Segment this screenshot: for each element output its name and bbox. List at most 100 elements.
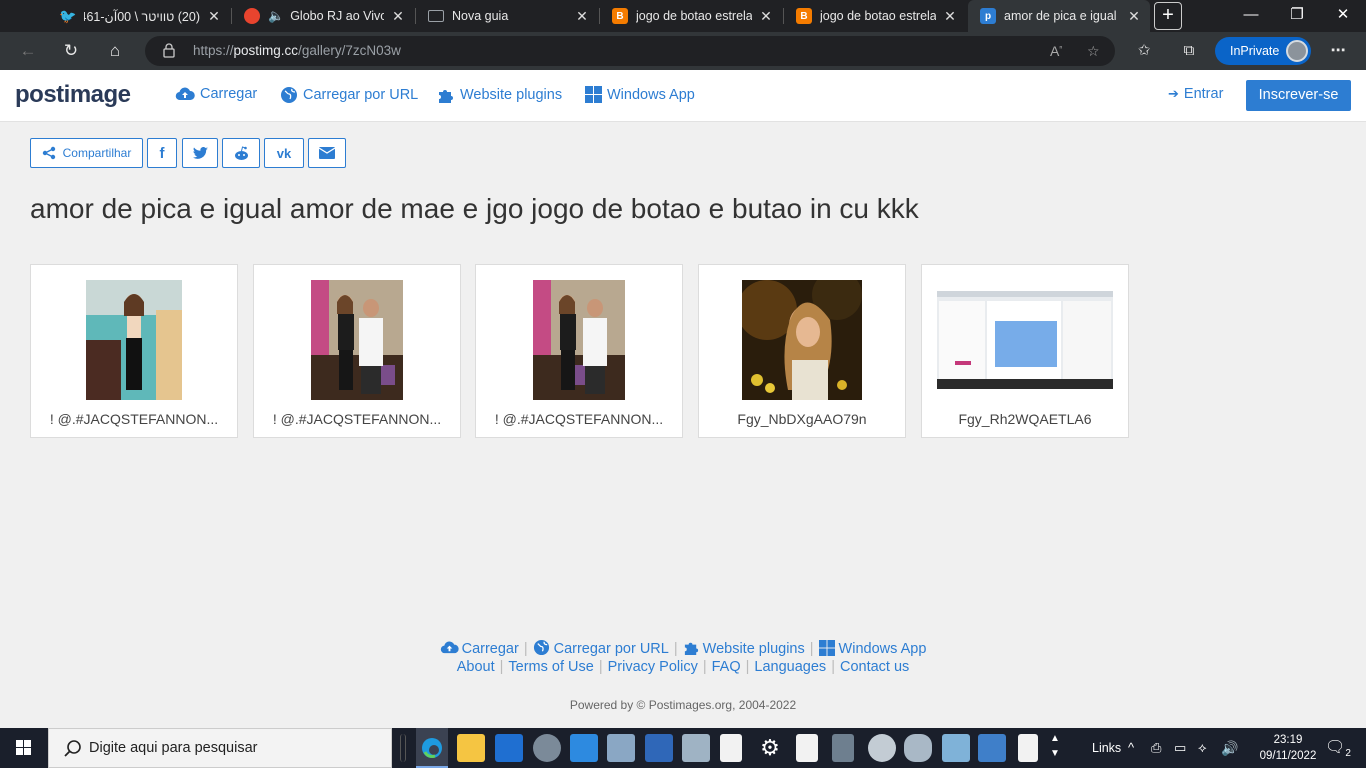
gallery-card[interactable]: ! @.#JACQSTEFANNON... — [30, 264, 238, 438]
nav-carregar[interactable]: Carregar — [175, 86, 257, 102]
image-thumbnail[interactable] — [937, 291, 1113, 389]
share-twitter-button[interactable] — [182, 138, 218, 168]
close-tab-icon[interactable]: ✕ — [758, 8, 774, 25]
share-reddit-button[interactable] — [222, 138, 260, 168]
window-icon[interactable] — [978, 734, 1006, 762]
system-clock[interactable]: 23:19 09/11/2022 — [1253, 732, 1323, 764]
close-tab-icon[interactable]: ✕ — [942, 8, 958, 25]
favorites-icon[interactable]: ✩ — [1134, 41, 1154, 61]
gallery-card[interactable]: ! @.#JACQSTEFANNON... — [475, 264, 683, 438]
footer-plugins-link[interactable]: Website plugins — [683, 641, 805, 657]
disc-icon[interactable] — [868, 734, 896, 762]
image-caption[interactable]: ! @.#JACQSTEFANNON... — [254, 411, 460, 427]
share-vk-button[interactable]: vk — [264, 138, 304, 168]
paint-icon[interactable] — [607, 734, 635, 762]
footer-contact-link[interactable]: Contact us — [840, 659, 909, 675]
image-thumbnail[interactable] — [311, 280, 403, 400]
signup-button[interactable]: Inscrever-se — [1246, 80, 1351, 111]
browser-tab-strip: 🐦 (20) טוויטר \ 00آن-461 ✕ 🔈 Globo RJ ao… — [0, 0, 1366, 32]
windows-taskbar: Digite aqui para pesquisar ⚙ ▲ ▼ Links ^ … — [0, 728, 1366, 768]
camera-icon[interactable] — [533, 734, 561, 762]
settings-icon[interactable]: ⚙ — [756, 734, 784, 762]
mail-icon[interactable] — [570, 734, 598, 762]
document-icon[interactable] — [796, 734, 818, 762]
monitor-icon[interactable] — [682, 734, 710, 762]
document-icon[interactable] — [1018, 734, 1038, 762]
tab-new[interactable]: Nova guia ✕ — [416, 0, 598, 32]
image-caption[interactable]: Fgy_NbDXgAAO79n — [699, 411, 905, 427]
gallery-card[interactable]: Fgy_Rh2WQAETLA6 — [921, 264, 1129, 438]
login-link[interactable]: ➔ Entrar — [1168, 86, 1223, 102]
start-button[interactable] — [0, 728, 48, 768]
close-tab-icon[interactable]: ✕ — [390, 8, 406, 25]
add-favorite-icon[interactable]: ☆ — [1087, 43, 1100, 60]
footer-carregar-link[interactable]: Carregar — [440, 641, 519, 657]
nav-windows-app[interactable]: Windows App — [585, 86, 695, 103]
restore-button[interactable]: ❐ — [1274, 0, 1320, 32]
tab-globo[interactable]: 🔈 Globo RJ ao Vivo ✕ — [232, 0, 414, 32]
more-menu-icon[interactable]: ⋯ — [1328, 41, 1348, 61]
edge-taskbar-button[interactable] — [416, 728, 448, 768]
image-thumbnail[interactable] — [533, 280, 625, 400]
image-caption[interactable]: Fgy_Rh2WQAETLA6 — [922, 411, 1128, 427]
image-thumbnail[interactable] — [86, 280, 182, 400]
home-button[interactable]: ⌂ — [102, 38, 128, 64]
share-label: Compartilhar — [62, 146, 132, 160]
volume-icon[interactable]: 🔊 — [1221, 728, 1238, 768]
blogger-icon: B — [612, 8, 628, 24]
footer-faq-link[interactable]: FAQ — [712, 659, 741, 675]
chevron-up-icon[interactable]: ^ — [1128, 728, 1134, 768]
taskbar-search[interactable]: Digite aqui para pesquisar — [48, 728, 392, 768]
image-caption[interactable]: ! @.#JACQSTEFANNON... — [31, 411, 237, 427]
tab-twitter[interactable]: 🐦 (20) טוויטר \ 00آن-461 ✕ — [48, 0, 230, 32]
nav-carregar-url[interactable]: Carregar por URL — [280, 86, 418, 104]
footer-carregar-url-link[interactable]: Carregar por URL — [533, 639, 669, 657]
image-caption[interactable]: ! @.#JACQSTEFANNON... — [476, 411, 682, 427]
new-tab-button[interactable]: + — [1154, 2, 1182, 30]
gallery-card[interactable]: ! @.#JACQSTEFANNON... — [253, 264, 461, 438]
share-button[interactable]: Compartilhar — [30, 138, 143, 168]
postimage-logo[interactable]: postimage — [15, 81, 131, 109]
links-toolbar[interactable]: Links — [1092, 728, 1121, 768]
image-thumbnail[interactable] — [742, 280, 862, 400]
back-button[interactable]: ← — [15, 38, 41, 64]
inprivate-badge[interactable]: InPrivate — [1215, 37, 1311, 65]
footer-about-link[interactable]: About — [457, 659, 495, 675]
share-facebook-button[interactable]: f — [147, 138, 177, 168]
tab-blogger-2[interactable]: B jogo de botao estrela ✕ — [784, 0, 966, 32]
network-tray-icon[interactable]: ⟡ — [1198, 728, 1207, 768]
calculator-icon[interactable] — [832, 734, 854, 762]
store-icon[interactable] — [495, 734, 523, 762]
footer-privacy-link[interactable]: Privacy Policy — [608, 659, 698, 675]
address-bar[interactable]: https://postimg.cc/gallery/7zcN03w Aⁿ ☆ — [145, 36, 1115, 66]
read-aloud-icon[interactable]: Aⁿ — [1050, 43, 1062, 59]
share-email-button[interactable] — [308, 138, 346, 168]
news-icon[interactable] — [645, 734, 673, 762]
gallery-card[interactable]: Fgy_NbDXgAAO79n — [698, 264, 906, 438]
collections-icon[interactable]: ⧉ — [1179, 41, 1199, 61]
app-icon[interactable] — [942, 734, 970, 762]
footer-links-primary: Carregar | Carregar por URL | Website plugin… — [0, 639, 1366, 657]
tab-postimage[interactable]: p amor de pica e igual amor de mae ✕ — [968, 0, 1150, 32]
close-tab-icon[interactable]: ✕ — [1126, 8, 1142, 25]
reload-button[interactable]: ↻ — [58, 38, 84, 64]
nav-website-plugins[interactable]: Website plugins — [437, 86, 562, 104]
footer-terms-link[interactable]: Terms of Use — [508, 659, 593, 675]
close-tab-icon[interactable]: ✕ — [206, 8, 222, 25]
close-window-button[interactable]: ✕ — [1320, 0, 1366, 32]
avatar — [1286, 40, 1308, 62]
footer-languages-link[interactable]: Languages — [754, 659, 826, 675]
close-tab-icon[interactable]: ✕ — [574, 8, 590, 25]
tab-blogger-1[interactable]: B jogo de botao estrela ✕ — [600, 0, 782, 32]
file-explorer-icon[interactable] — [457, 734, 485, 762]
taskbar-scroll[interactable]: ▲ ▼ — [1050, 728, 1060, 768]
battery-icon[interactable]: ▭ — [1174, 728, 1186, 768]
document-icon[interactable] — [720, 734, 742, 762]
network-icon[interactable] — [904, 734, 932, 762]
footer-windows-app-link[interactable]: Windows App — [818, 640, 926, 657]
meet-now-icon[interactable]: ⎙ — [1151, 728, 1161, 768]
speaker-icon[interactable]: 🔈 — [268, 8, 284, 24]
edge-icon — [422, 738, 442, 758]
notifications-icon[interactable]: 🗨2 — [1325, 728, 1351, 768]
minimize-button[interactable]: — — [1228, 0, 1274, 32]
